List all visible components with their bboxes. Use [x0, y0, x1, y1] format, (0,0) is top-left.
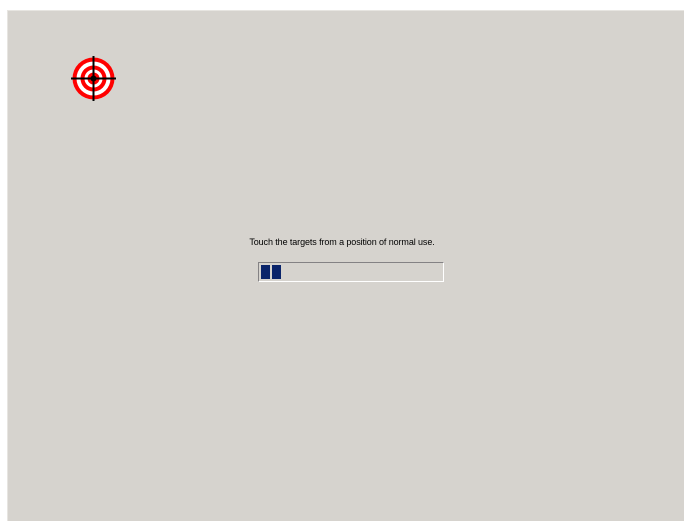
calibration-progress-bar: [258, 262, 444, 282]
progress-track: [260, 264, 442, 280]
progress-chunk: [272, 265, 281, 279]
progress-chunk: [261, 265, 270, 279]
screen: Touch the targets from a position of nor…: [0, 0, 684, 521]
instruction-text: Touch the targets from a position of nor…: [249, 237, 435, 247]
crosshair-target-icon[interactable]: [71, 56, 116, 101]
